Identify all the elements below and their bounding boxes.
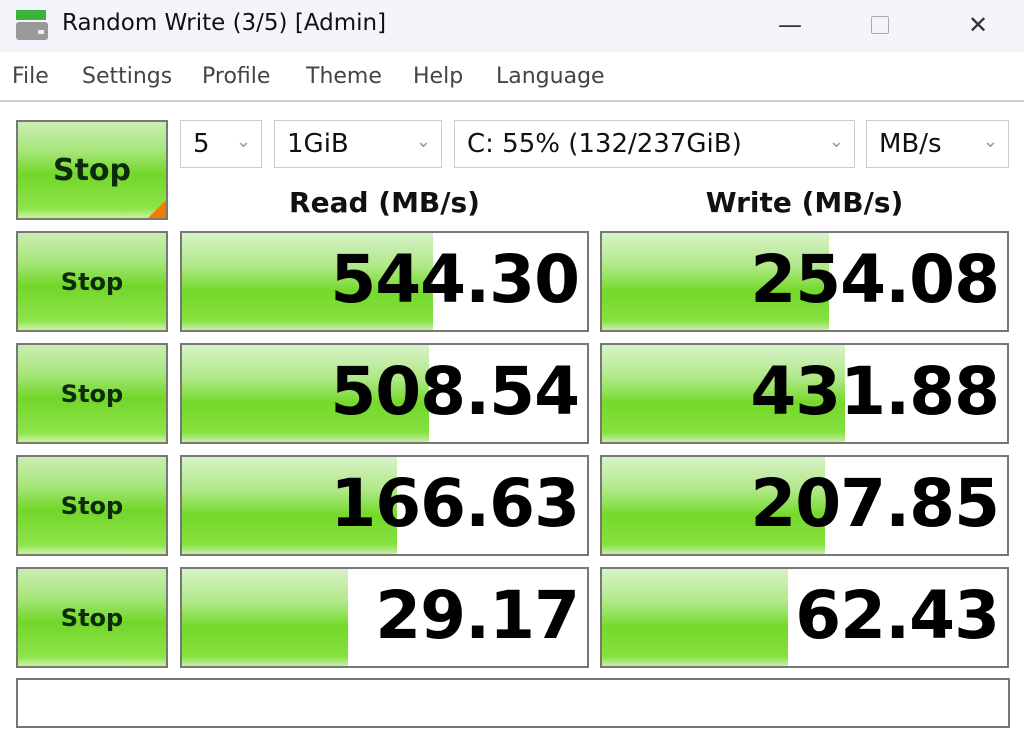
menu-bar: File Settings Profile Theme Help Languag… (0, 52, 1024, 102)
read-value: 166.63 (330, 465, 580, 542)
write-result: 431.88 (600, 343, 1009, 444)
drive-icon (16, 10, 48, 40)
stop-all-label: Stop (52, 152, 132, 188)
write-value: 254.08 (750, 241, 1000, 318)
read-result: 29.17 (180, 567, 589, 668)
menu-settings[interactable]: Settings (82, 64, 172, 89)
minimize-icon: — (778, 11, 802, 39)
menu-language[interactable]: Language (496, 64, 605, 89)
chevron-down-icon: ⌄ (982, 131, 998, 152)
close-icon: ✕ (967, 11, 989, 39)
count-select[interactable]: 5 ⌄ (180, 120, 262, 168)
stop-all-button[interactable]: Stop (16, 120, 168, 220)
stop-label: Stop (60, 491, 124, 520)
read-value: 544.30 (330, 241, 580, 318)
title-bar: Random Write (3/5) [Admin] — ✕ (0, 0, 1024, 52)
unit-select[interactable]: MB/s ⌄ (866, 120, 1009, 168)
menu-help[interactable]: Help (413, 64, 463, 89)
unit-value: MB/s (879, 129, 942, 159)
stop-button[interactable]: Stop (16, 343, 168, 444)
comment-input[interactable] (16, 678, 1010, 728)
chevron-down-icon: ⌄ (828, 131, 844, 152)
stop-label: Stop (60, 267, 124, 296)
minimize-button[interactable]: — (760, 4, 820, 46)
menu-theme[interactable]: Theme (306, 64, 382, 89)
chevron-down-icon: ⌄ (235, 131, 251, 152)
read-bar-fill (182, 569, 349, 666)
read-result: 508.54 (180, 343, 589, 444)
write-result: 207.85 (600, 455, 1009, 556)
stop-label: Stop (60, 603, 124, 632)
read-result: 166.63 (180, 455, 589, 556)
read-value: 508.54 (330, 353, 580, 430)
stop-button[interactable]: Stop (16, 455, 168, 556)
write-header: Write (MB/s) (705, 186, 904, 219)
write-value: 62.43 (795, 577, 1000, 654)
read-header: Read (MB/s) (289, 186, 480, 219)
write-result: 62.43 (600, 567, 1009, 668)
read-result: 544.30 (180, 231, 589, 332)
close-button[interactable]: ✕ (948, 4, 1008, 46)
size-select[interactable]: 1GiB ⌄ (274, 120, 442, 168)
corner-marker (148, 200, 166, 218)
count-value: 5 (193, 129, 210, 159)
maximize-button[interactable] (850, 4, 910, 46)
read-value: 29.17 (375, 577, 580, 654)
drive-select[interactable]: C: 55% (132/237GiB) ⌄ (454, 120, 855, 168)
write-bar-fill (602, 569, 789, 666)
chevron-down-icon: ⌄ (415, 131, 431, 152)
size-value: 1GiB (287, 129, 349, 159)
drive-value: C: 55% (132/237GiB) (467, 129, 742, 159)
write-value: 431.88 (750, 353, 1000, 430)
menu-file[interactable]: File (12, 64, 49, 89)
stop-label: Stop (60, 379, 124, 408)
menu-profile[interactable]: Profile (202, 64, 270, 89)
maximize-icon (871, 16, 889, 34)
write-value: 207.85 (750, 465, 1000, 542)
write-result: 254.08 (600, 231, 1009, 332)
window-title: Random Write (3/5) [Admin] (62, 10, 387, 36)
stop-button[interactable]: Stop (16, 567, 168, 668)
stop-button[interactable]: Stop (16, 231, 168, 332)
